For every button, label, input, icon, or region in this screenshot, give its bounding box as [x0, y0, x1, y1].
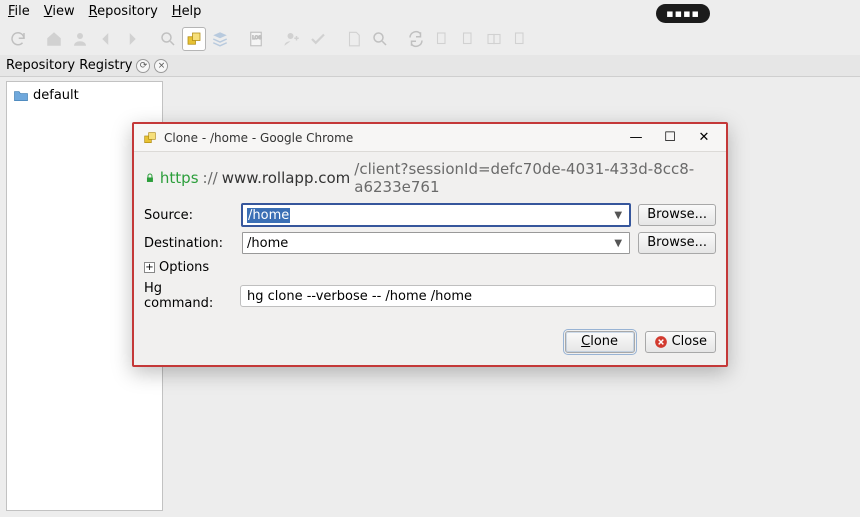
panel-reload-icon[interactable]: ⟳ [136, 59, 150, 73]
menu-view[interactable]: View [44, 4, 75, 19]
svg-text:LOG: LOG [252, 35, 262, 41]
dialog-titlebar[interactable]: Clone - /home - Google Chrome — ☐ ✕ [134, 124, 726, 152]
check-icon[interactable] [306, 27, 330, 51]
destination-combo[interactable]: /home ▼ [242, 232, 630, 254]
doc-small-4-icon[interactable] [508, 27, 532, 51]
sync-icon[interactable] [404, 27, 428, 51]
address-bar[interactable]: https :// www.rollapp.com/client?sessionId… [134, 152, 726, 204]
clone-button[interactable]: Clone [565, 331, 635, 353]
panel-close-icon[interactable]: × [154, 59, 168, 73]
options-label: Options [159, 260, 209, 275]
search-icon[interactable] [156, 27, 180, 51]
doc-small-2-icon[interactable] [456, 27, 480, 51]
close-button[interactable]: Close [645, 331, 716, 353]
clone-icon[interactable] [182, 27, 206, 51]
destination-row: Destination: /home ▼ Browse... [144, 232, 716, 254]
url-sep: :// [203, 169, 218, 187]
hg-command-input[interactable] [240, 285, 716, 307]
refresh-icon[interactable] [6, 27, 30, 51]
chevron-down-icon[interactable]: ▼ [609, 210, 627, 221]
status-pill: ▪▪▪▪ [656, 4, 710, 23]
dialog-button-row: Clone Close [134, 321, 726, 365]
destination-label: Destination: [144, 236, 234, 251]
destination-value: /home [247, 236, 609, 251]
source-value: /home [247, 208, 290, 223]
options-expander[interactable]: + Options [144, 260, 716, 275]
folder-icon [13, 89, 29, 102]
dialog-title: Clone - /home - Google Chrome [164, 131, 616, 145]
clone-form: Source: /home ▼ Browse... Destination: /… [134, 204, 726, 321]
hg-command-row: Hg command: [144, 281, 716, 311]
panel-header: Repository Registry ⟳ × [0, 55, 860, 77]
menu-help[interactable]: Help [172, 4, 202, 19]
window-close-icon[interactable]: ✕ [690, 130, 718, 145]
dialog-app-icon [142, 130, 158, 146]
destination-browse-button[interactable]: Browse... [638, 232, 716, 254]
zoom-icon[interactable] [368, 27, 392, 51]
menu-file[interactable]: File [8, 4, 30, 19]
back-icon[interactable] [94, 27, 118, 51]
forward-icon[interactable] [120, 27, 144, 51]
url-domain: www.rollapp.com [222, 169, 351, 187]
lock-icon [144, 171, 156, 185]
tree-item-default[interactable]: default [11, 86, 158, 105]
doc-small-1-icon[interactable] [430, 27, 454, 51]
source-row: Source: /home ▼ Browse... [144, 204, 716, 226]
panel-title: Repository Registry [6, 58, 132, 73]
menu-repository[interactable]: Repository [89, 4, 158, 19]
url-path: /client?sessionId=defc70de-4031-433d-8cc… [354, 160, 716, 196]
url-scheme: https [160, 169, 199, 187]
hg-command-label: Hg command: [144, 281, 234, 311]
toolbar: LOG [0, 23, 860, 55]
person-add-icon[interactable] [280, 27, 304, 51]
home-icon[interactable] [42, 27, 66, 51]
menubar: File View Repository Help [0, 0, 860, 23]
window-maximize-icon[interactable]: ☐ [656, 130, 684, 145]
clone-dialog: Clone - /home - Google Chrome — ☐ ✕ http… [132, 122, 728, 367]
plus-icon: + [144, 262, 155, 273]
log-icon[interactable]: LOG [244, 27, 268, 51]
doc-small-3-icon[interactable] [482, 27, 506, 51]
source-combo[interactable]: /home ▼ [242, 204, 630, 226]
close-red-icon [654, 335, 668, 349]
stack-icon[interactable] [208, 27, 232, 51]
source-label: Source: [144, 208, 234, 223]
tree-item-label: default [33, 88, 79, 103]
window-minimize-icon[interactable]: — [622, 130, 650, 145]
source-browse-button[interactable]: Browse... [638, 204, 716, 226]
document-icon[interactable] [342, 27, 366, 51]
chevron-down-icon[interactable]: ▼ [609, 238, 627, 249]
user-icon[interactable] [68, 27, 92, 51]
